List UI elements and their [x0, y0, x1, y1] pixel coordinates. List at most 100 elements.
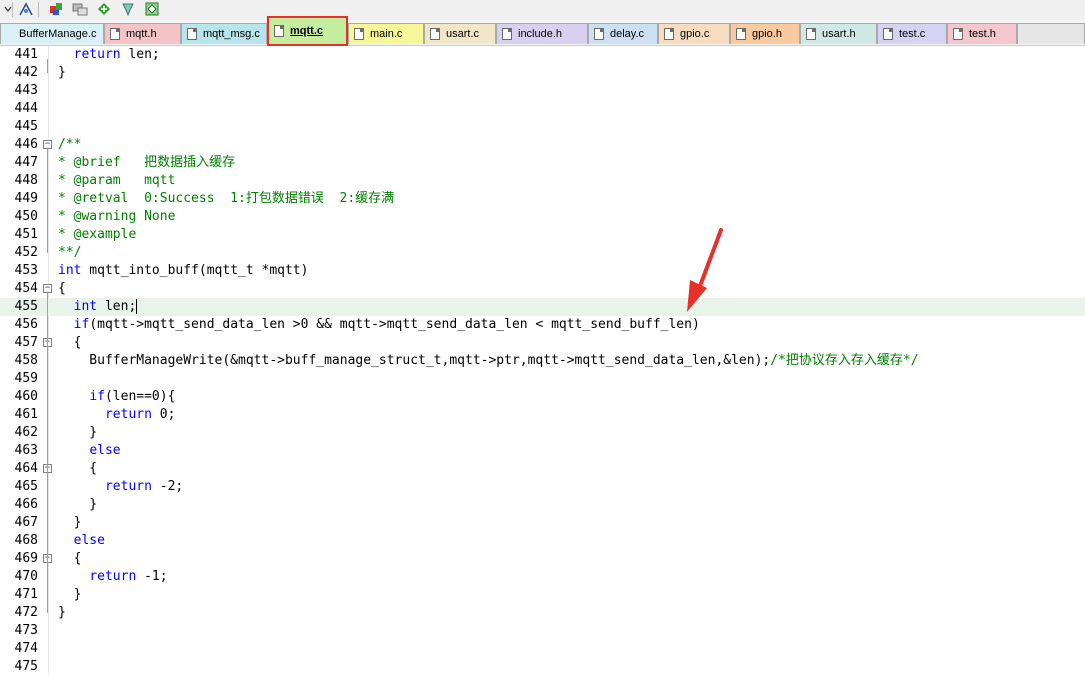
options-icon[interactable] — [72, 1, 88, 17]
code-text: } — [58, 605, 66, 620]
code-line[interactable]: 468 else — [0, 532, 1085, 550]
build-icon[interactable] — [18, 1, 34, 17]
toolbar — [0, 0, 1085, 21]
tab-overflow[interactable] — [1017, 23, 1085, 44]
line-number: 470 — [14, 569, 38, 584]
code-line[interactable]: 446 /** — [0, 136, 1085, 154]
line-number: 458 — [14, 353, 38, 368]
code-editor[interactable]: 441 return len; 442} 443 444 445 446/** 447 * @… — [0, 46, 1085, 675]
code-line[interactable]: 464 { — [0, 460, 1085, 478]
fold-guide — [47, 563, 48, 595]
code-line[interactable]: 463 else — [0, 442, 1085, 460]
chevron-down-icon[interactable] — [0, 1, 16, 17]
code-line[interactable]: 471 } — [0, 586, 1085, 604]
tab-label: mqtt.c — [290, 25, 323, 37]
file-tab-bar: BufferManage.c mqtt.h mqtt_msg.c mqtt.c main… — [0, 16, 1085, 46]
code-line[interactable]: 450 * @warning None — [0, 208, 1085, 226]
code-line[interactable]: 467 } — [0, 514, 1085, 532]
tab-gpio-c[interactable]: gpio.c — [658, 23, 730, 44]
code-line[interactable]: 448 * @param mqtt — [0, 172, 1085, 190]
code-line[interactable]: 441 return len; — [0, 46, 1085, 64]
code-line[interactable]: 462 } — [0, 424, 1085, 442]
code-text: int len; — [73, 299, 138, 314]
line-number: 467 — [14, 515, 38, 530]
code-line[interactable]: 459 — [0, 370, 1085, 388]
line-number: 460 — [14, 389, 38, 404]
file-icon — [953, 28, 963, 40]
code-text: * @retval 0:Success 1:打包数据错误 2:缓存满 — [58, 191, 395, 206]
code-text: * @brief 把数据插入缓存 — [58, 155, 236, 170]
tab-label: test.h — [969, 28, 996, 40]
line-number: 445 — [14, 119, 38, 134]
code-text: else — [73, 533, 105, 548]
tab-test-h[interactable]: test.h — [947, 23, 1017, 44]
code-line[interactable]: 444 — [0, 100, 1085, 118]
code-line[interactable]: 457 { — [0, 334, 1085, 352]
tab-test-c[interactable]: test.c — [877, 23, 947, 44]
insert-icon[interactable] — [96, 1, 112, 17]
line-number: 462 — [14, 425, 38, 440]
code-text: return len; — [73, 47, 160, 62]
settings-icon[interactable] — [144, 1, 160, 17]
code-line[interactable]: 449 * @retval 0:Success 1:打包数据错误 2:缓存满 — [0, 190, 1085, 208]
file-icon — [502, 28, 512, 40]
code-line[interactable]: 458 BufferManageWrite(&mqtt->buff_manage… — [0, 352, 1085, 370]
code-line[interactable]: 461 return 0; — [0, 406, 1085, 424]
code-line[interactable]: 466 } — [0, 496, 1085, 514]
code-line[interactable]: 443 — [0, 82, 1085, 100]
tab-mqtt-h[interactable]: mqtt.h — [104, 23, 181, 44]
line-number: 473 — [14, 623, 38, 638]
tab-label: usart.c — [446, 28, 480, 40]
toolbar-separator — [38, 2, 39, 17]
tab-main-c[interactable]: main.c — [348, 23, 424, 44]
tab-buffermanage-c[interactable]: BufferManage.c — [0, 23, 104, 44]
tab-usart-h[interactable]: usart.h — [800, 23, 877, 44]
tab-delay-c[interactable]: delay.c — [588, 23, 658, 44]
fold-guide — [47, 59, 48, 73]
code-line[interactable]: 475 — [0, 658, 1085, 676]
tab-usart-c[interactable]: usart.c — [424, 23, 496, 44]
line-number: 461 — [14, 407, 38, 422]
code-line[interactable]: 473 — [0, 622, 1085, 640]
code-text: { — [58, 461, 98, 476]
fold-guide — [47, 473, 48, 505]
download-icon[interactable] — [48, 1, 64, 17]
code-line[interactable]: 460 if(len==0){ — [0, 388, 1085, 406]
code-line[interactable]: 474 — [0, 640, 1085, 658]
tab-mqtt-c[interactable]: mqtt.c — [267, 16, 348, 46]
code-text: else — [89, 443, 121, 458]
code-line[interactable]: 445 — [0, 118, 1085, 136]
tab-include-h[interactable]: include.h — [496, 23, 588, 44]
fold-toggle-icon[interactable]: − — [43, 140, 52, 149]
code-text: BufferManageWrite(&mqtt->buff_manage_str… — [58, 353, 919, 368]
code-text: } — [58, 65, 66, 80]
code-line[interactable]: 447 * @brief 把数据插入缓存 — [0, 154, 1085, 172]
code-line[interactable]: 453 int mqtt_into_buff(mqtt_t *mqtt) — [0, 262, 1085, 280]
debug-icon[interactable] — [120, 1, 136, 17]
file-icon — [664, 28, 674, 40]
code-line[interactable]: 470 return -1; — [0, 568, 1085, 586]
line-number: 471 — [14, 587, 38, 602]
tab-gpio-h[interactable]: gpio.h — [730, 23, 800, 44]
code-line[interactable]: 465 return -2; — [0, 478, 1085, 496]
code-line[interactable]: 451 * @example — [0, 226, 1085, 244]
code-line[interactable]: 442} — [0, 64, 1085, 82]
code-text: if(len==0){ — [89, 389, 176, 404]
tab-mqtt-msg-c[interactable]: mqtt_msg.c — [181, 23, 267, 44]
code-line[interactable]: 469 { — [0, 550, 1085, 568]
file-icon — [354, 28, 364, 40]
code-line[interactable]: 472} — [0, 604, 1085, 622]
fold-toggle-icon[interactable]: − — [43, 284, 52, 293]
code-line[interactable]: 454 { — [0, 280, 1085, 298]
code-text: { — [58, 551, 82, 566]
fold-guide — [47, 149, 48, 253]
code-line[interactable]: 456 if(mqtt->mqtt_send_data_len >0 && mq… — [0, 316, 1085, 334]
line-number: 466 — [14, 497, 38, 512]
tab-label: test.c — [899, 28, 926, 40]
line-number: 448 — [14, 173, 38, 188]
code-line[interactable]: 452 **/ — [0, 244, 1085, 262]
code-text: * @warning None — [58, 209, 176, 224]
tab-label: mqtt.h — [126, 28, 157, 40]
line-number: 456 — [14, 317, 38, 332]
code-line[interactable]: 455 int len; — [0, 298, 1085, 316]
